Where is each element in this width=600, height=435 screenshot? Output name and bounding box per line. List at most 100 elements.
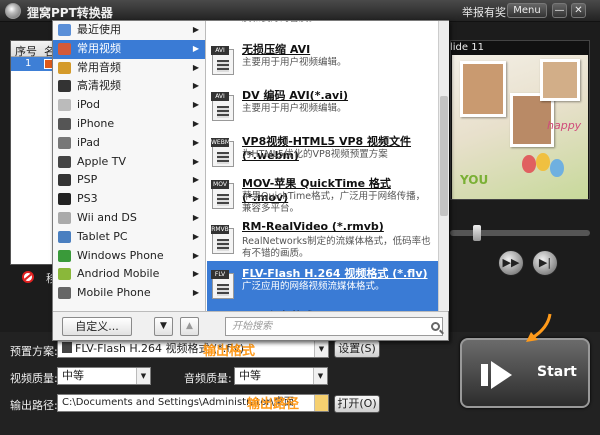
preset-select[interactable]: FLV-Flash H.264 视频格式 (*.flv) ▼ (57, 340, 329, 358)
format-popup-menu: 最近使用 ▶ 常用视频 ▶ 常用音频 ▶ 高清视频 ▶ iPod ▶ iPhone ▶ iPad ▶ App… (52, 20, 449, 341)
category-item[interactable]: Apple TV ▶ (53, 153, 205, 172)
category-label: 高清视频 (77, 79, 121, 93)
custom-button[interactable]: 自定义... (62, 317, 132, 336)
category-label: 常用视频 (77, 41, 121, 55)
format-title: RM-RealVideo (*.rmvb) (242, 220, 384, 233)
format-tag: MOV (211, 180, 229, 189)
category-item[interactable]: 常用视频 ▶ (53, 39, 205, 59)
title-bar: 狸窝PPT转换器 举报有奖 Menu — ✕ (0, 0, 600, 22)
open-button[interactable]: 打开(O) (334, 395, 380, 413)
video-icon (58, 42, 71, 55)
chevron-down-icon[interactable]: ▼ (314, 341, 328, 357)
category-item[interactable]: Windows Phone ▶ (53, 247, 205, 266)
format-item[interactable]: AVI DV 编码 AVI(*.avi) 主要用于用户视频编辑。 (207, 83, 438, 133)
windows-phone-icon (58, 249, 71, 262)
format-item[interactable]: AVI 无损压缩 AVI 主要用于用户视频编辑。 (207, 37, 438, 87)
category-label: Mobile Phone (77, 286, 151, 300)
last-slide-icon[interactable]: ▶| (532, 250, 558, 276)
flv-format-icon (62, 342, 72, 353)
category-item[interactable]: Andriod Mobile ▶ (53, 265, 205, 284)
category-item[interactable]: PSP ▶ (53, 171, 205, 190)
category-item[interactable]: Tablet PC ▶ (53, 228, 205, 247)
category-item[interactable]: 高清视频 ▶ (53, 77, 205, 96)
search-input[interactable]: 开始搜索 (225, 317, 443, 336)
category-item[interactable]: iPod ▶ (53, 96, 205, 115)
video-file-icon: AVI (211, 46, 234, 75)
format-item[interactable]: F4VF4V 视频格式 (*.f4v)广泛应用于网络的视频格式。 (207, 304, 438, 311)
chevron-down-icon[interactable]: ▼ (313, 368, 327, 384)
forward-icon[interactable]: ▶▶ (498, 250, 524, 276)
popup-footer: 自定义... ▼ ▲ 开始搜索 (53, 311, 448, 340)
slide-text-you: YOU (460, 173, 489, 187)
chevron-right-icon: ▶ (192, 269, 199, 279)
scrollbar-thumb[interactable] (440, 96, 448, 216)
category-label: 常用音频 (77, 60, 121, 74)
apple-tv-icon (58, 155, 71, 168)
video-quality-select[interactable]: 中等 ▼ (57, 367, 151, 385)
format-description: 主要用于用户视频编辑。 (242, 103, 347, 114)
chevron-right-icon: ▶ (192, 250, 199, 260)
category-label: iPod (77, 98, 101, 112)
menu-button[interactable]: Menu (507, 3, 547, 18)
format-tag: RMVB (211, 225, 229, 234)
balloon-icon (550, 159, 564, 177)
format-description: RealNetworks制定的流媒体格式，低码率也有不错的画质。 (242, 236, 431, 259)
category-item[interactable]: iPhone ▶ (53, 115, 205, 134)
audio-quality-value: 中等 (239, 369, 261, 382)
category-item[interactable]: Wii and DS ▶ (53, 209, 205, 228)
annotation-arrow-icon (526, 313, 552, 342)
format-title: 无损压缩 AVI (242, 43, 311, 56)
chevron-right-icon: ▶ (192, 118, 199, 128)
app-title: 狸窝PPT转换器 (27, 6, 113, 20)
settings-button[interactable]: 设置(S) (334, 340, 380, 358)
category-item[interactable]: 常用音频 ▶ (53, 59, 205, 78)
mobile-phone-icon (58, 287, 71, 300)
seek-knob[interactable] (473, 225, 481, 241)
film-strip-icon (217, 194, 229, 206)
seek-bar[interactable] (450, 230, 590, 236)
balloon-icon (536, 153, 550, 171)
slide-label: lide 11 (450, 42, 484, 53)
chevron-down-icon[interactable]: ▼ (136, 368, 150, 384)
chevron-right-icon: ▶ (192, 62, 199, 72)
category-label: PS3 (77, 192, 98, 206)
format-description: 苹果QuickTime格式，广泛用于网络传播，兼容多平台。 (242, 191, 426, 214)
app-logo-icon (5, 3, 21, 19)
chevron-right-icon: ▶ (192, 231, 199, 241)
format-item[interactable]: MOV MOV-苹果 QuickTime 格式 (*.mov) 苹果QuickTim… (207, 171, 438, 221)
category-item[interactable]: iPad ▶ (53, 134, 205, 153)
format-description: 主要用于用户视频编辑。 (242, 57, 347, 68)
video-quality-value: 中等 (62, 369, 84, 382)
video-file-icon: RMVB (211, 225, 234, 254)
close-button[interactable]: ✕ (571, 3, 586, 18)
category-item[interactable]: 最近使用 ▶ (53, 21, 205, 40)
slide-text-happy: happy (547, 119, 582, 132)
category-label: iPhone (77, 116, 115, 130)
report-link[interactable]: 举报有奖 (462, 4, 506, 20)
category-label: Windows Phone (77, 248, 164, 262)
format-tag: AVI (211, 46, 229, 55)
chevron-right-icon: ▶ (192, 81, 199, 91)
hd-video-icon (58, 80, 71, 93)
format-item[interactable]: RMVB RM-RealVideo (*.rmvb) RealNetworks制定的… (207, 216, 438, 266)
wii-icon (58, 211, 71, 224)
search-icon[interactable] (431, 322, 440, 331)
preset-label: 预置方案: (10, 345, 58, 358)
category-item[interactable]: PS3 ▶ (53, 190, 205, 209)
video-quality-label: 视频质量: (10, 372, 58, 385)
minimize-button[interactable]: — (552, 3, 567, 18)
move-up-button[interactable]: ▲ (180, 317, 199, 336)
audio-quality-select[interactable]: 中等 ▼ (234, 367, 328, 385)
category-item[interactable]: Mobile Phone ▶ (53, 284, 205, 303)
move-down-button[interactable]: ▼ (154, 317, 173, 336)
video-file-icon: WEBM (211, 138, 234, 167)
format-list-scrollbar[interactable] (438, 21, 449, 311)
delete-icon[interactable] (22, 271, 34, 283)
folder-icon[interactable] (314, 395, 328, 411)
recent-icon (58, 24, 71, 36)
chevron-right-icon: ▶ (192, 137, 199, 147)
ipod-icon (58, 99, 71, 112)
film-strip-icon (217, 60, 229, 72)
start-label: Start (537, 364, 577, 380)
balloon-icon (522, 155, 536, 173)
